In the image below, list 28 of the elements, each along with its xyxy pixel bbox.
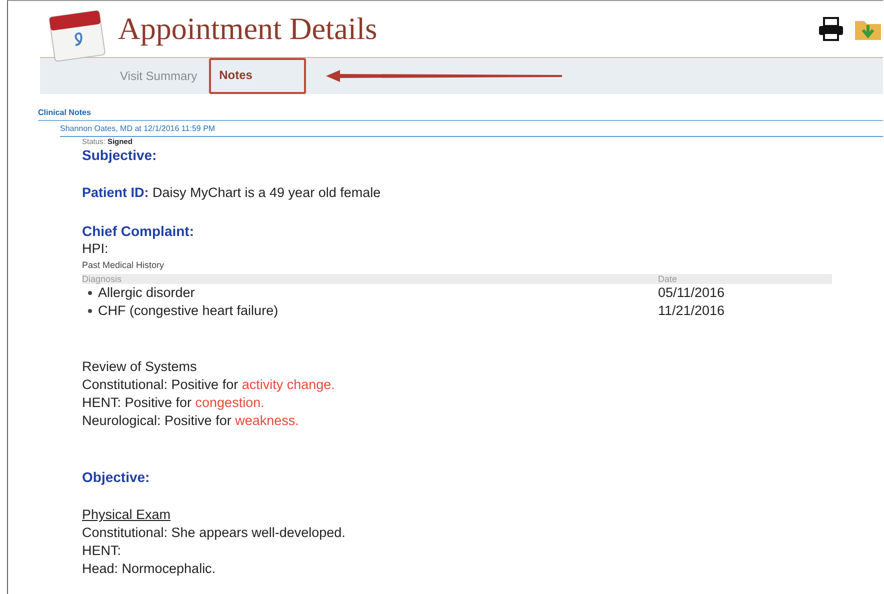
section-title: Clinical Notes [38,108,883,121]
review-line: Neurological: Positive for weakness. [82,412,300,430]
table-cell: 11/21/2016 [658,302,725,320]
bullet-icon [88,291,92,295]
table-cell: CHF (congestive heart failure) [98,302,278,320]
exam-line: Head: Normocephalic. [82,560,217,578]
table-cell: 05/11/2016 [658,284,725,302]
column-header: Diagnosis [82,274,123,284]
table-cell: Allergic disorder [98,284,195,302]
tab[interactable]: Visit Summary [112,65,206,87]
note-author-link[interactable]: Shannon Oates, MD at 12/1/2016 11:59 PM [60,121,883,137]
exam-line: Constitutional: She appears well-developed. [82,524,346,542]
patient-id-line: Patient ID: Daisy MyChart is a 49 year old female [82,184,382,202]
review-line: Constitutional: Positive for activity change. [82,376,336,394]
tab[interactable]: Notes [209,58,306,94]
column-header: Date [658,274,678,284]
review-line: HENT: Positive for congestion. [82,394,266,412]
bullet-icon [88,309,92,313]
page-title: Appointment Details [118,11,378,47]
review-title: Review of Systems [82,358,198,376]
history-title: Past Medical History [82,260,166,270]
hpi-label: HPI: [82,240,110,258]
section-heading: Chief Complaint: [82,222,195,240]
exam-line: HENT: [82,542,122,560]
section-heading: Subjective: [82,146,158,164]
section-heading: Objective: [82,468,151,486]
exam-title: Physical Exam [82,506,172,524]
printer-icon[interactable] [817,15,845,43]
